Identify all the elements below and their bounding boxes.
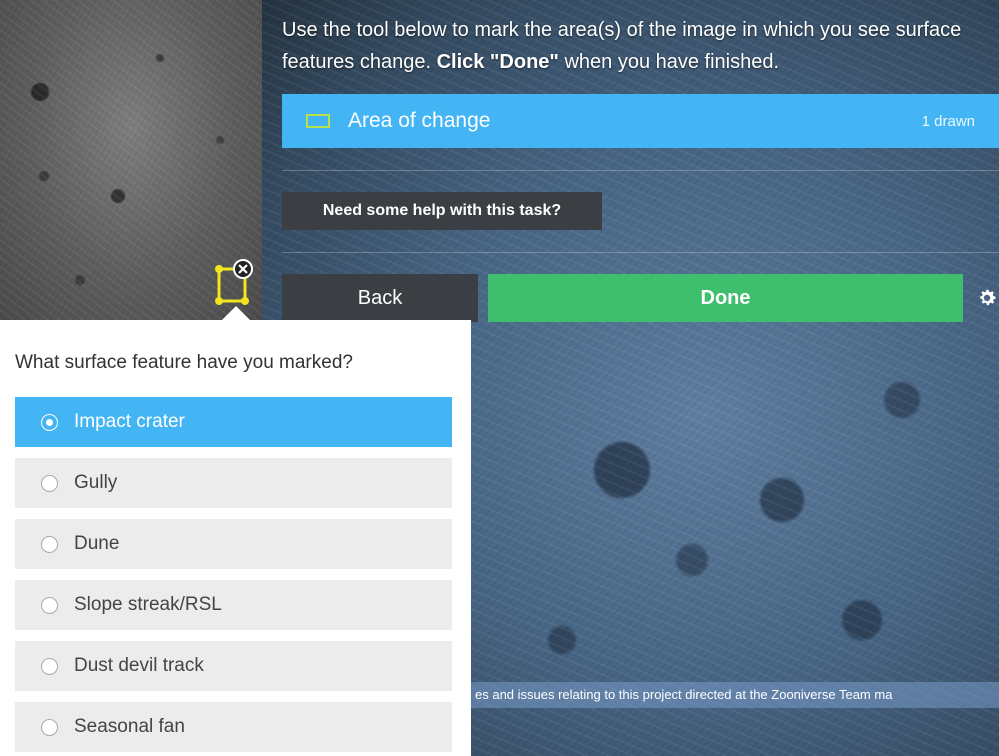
rectangle-icon <box>306 114 330 128</box>
back-button[interactable]: Back <box>282 274 478 322</box>
instruction-text-end: when you have finished. <box>558 51 780 73</box>
radio-icon[interactable] <box>41 596 58 614</box>
radio-icon[interactable] <box>41 718 58 736</box>
radio-icon[interactable] <box>41 413 58 431</box>
instruction-bold: Click "Done" <box>436 51 559 73</box>
divider <box>282 170 999 171</box>
option-slope-streak[interactable]: Slope streak/RSL <box>15 580 452 630</box>
option-label: Dune <box>74 533 120 554</box>
tool-drawn-count: 1 drawn <box>921 112 975 130</box>
radio-icon[interactable] <box>41 535 58 553</box>
option-label: Dust devil track <box>74 655 204 676</box>
delete-mark-icon <box>233 259 253 279</box>
option-seasonal-fan[interactable]: Seasonal fan <box>15 702 452 752</box>
subtask-popup: What surface feature have you marked? Im… <box>0 320 471 756</box>
popup-question: What surface feature have you marked? <box>15 352 353 373</box>
gear-icon[interactable] <box>976 287 998 309</box>
option-dune[interactable]: Dune <box>15 519 452 569</box>
option-label: Gully <box>74 472 118 493</box>
option-label: Slope streak/RSL <box>74 594 222 615</box>
option-impact-crater[interactable]: Impact crater <box>15 397 452 447</box>
tool-area-of-change[interactable]: Area of change 1 drawn <box>282 94 999 148</box>
popup-arrow <box>222 306 250 320</box>
radio-icon[interactable] <box>41 474 58 492</box>
option-label: Seasonal fan <box>74 716 185 737</box>
rectangle-marker[interactable] <box>210 258 260 308</box>
footer-notice: es and issues relating to this project d… <box>471 682 999 708</box>
option-gully[interactable]: Gully <box>15 458 452 508</box>
done-button[interactable]: Done <box>488 274 963 322</box>
radio-icon[interactable] <box>41 657 58 675</box>
divider <box>282 252 999 253</box>
tool-label: Area of change <box>348 109 491 132</box>
option-label: Impact crater <box>74 411 185 432</box>
help-button[interactable]: Need some help with this task? <box>282 192 602 230</box>
task-instruction: Use the tool below to mark the area(s) o… <box>282 14 982 78</box>
option-dust-devil-track[interactable]: Dust devil track <box>15 641 452 691</box>
